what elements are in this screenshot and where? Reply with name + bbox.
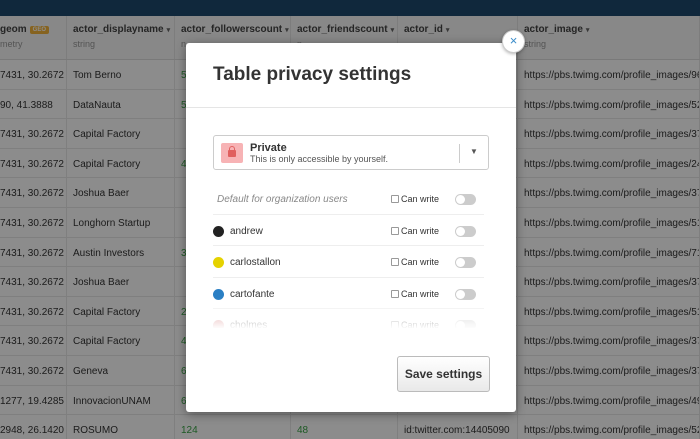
- checkbox-box[interactable]: [391, 258, 399, 267]
- privacy-settings-dialog: Table privacy settings Private This is o…: [186, 43, 516, 412]
- privacy-select-title: Private: [250, 142, 287, 154]
- permission-row-default: Default for organization users Can write: [213, 183, 484, 215]
- can-write-checkbox[interactable]: Can write: [391, 257, 439, 267]
- privacy-select[interactable]: Private This is only accessible by yours…: [213, 135, 489, 170]
- scroll-fade: [213, 298, 484, 329]
- permission-row-user: andrew Can write: [213, 215, 484, 247]
- can-write-label: Can write: [401, 257, 440, 268]
- checkbox-box[interactable]: [391, 289, 399, 298]
- read-toggle[interactable]: [455, 257, 476, 269]
- user-avatar-icon: [213, 257, 224, 269]
- user-name: carlostallon: [230, 257, 281, 269]
- privacy-select-subtitle: This is only accessible by yourself.: [250, 154, 389, 164]
- divider: [459, 144, 460, 163]
- read-toggle[interactable]: [455, 194, 476, 205]
- user-name: andrew: [230, 225, 263, 237]
- save-settings-button[interactable]: Save settings: [397, 356, 490, 392]
- can-write-label: Can write: [401, 225, 440, 236]
- checkbox-box[interactable]: [391, 195, 399, 203]
- close-icon[interactable]: ×: [502, 30, 525, 53]
- checkbox-box[interactable]: [391, 226, 399, 235]
- default-permission-label: Default for organization users: [217, 194, 348, 205]
- permission-row-user: carlostallon Can write: [213, 246, 484, 278]
- chevron-down-icon[interactable]: ▼: [470, 147, 478, 156]
- can-write-checkbox[interactable]: Can write: [391, 194, 439, 204]
- can-write-checkbox[interactable]: Can write: [391, 226, 439, 236]
- can-write-label: Can write: [401, 194, 440, 204]
- read-toggle[interactable]: [455, 225, 476, 237]
- dialog-title: Table privacy settings: [213, 64, 412, 85]
- lock-icon: [221, 143, 243, 163]
- user-avatar-icon: [213, 225, 224, 237]
- divider: [186, 107, 516, 108]
